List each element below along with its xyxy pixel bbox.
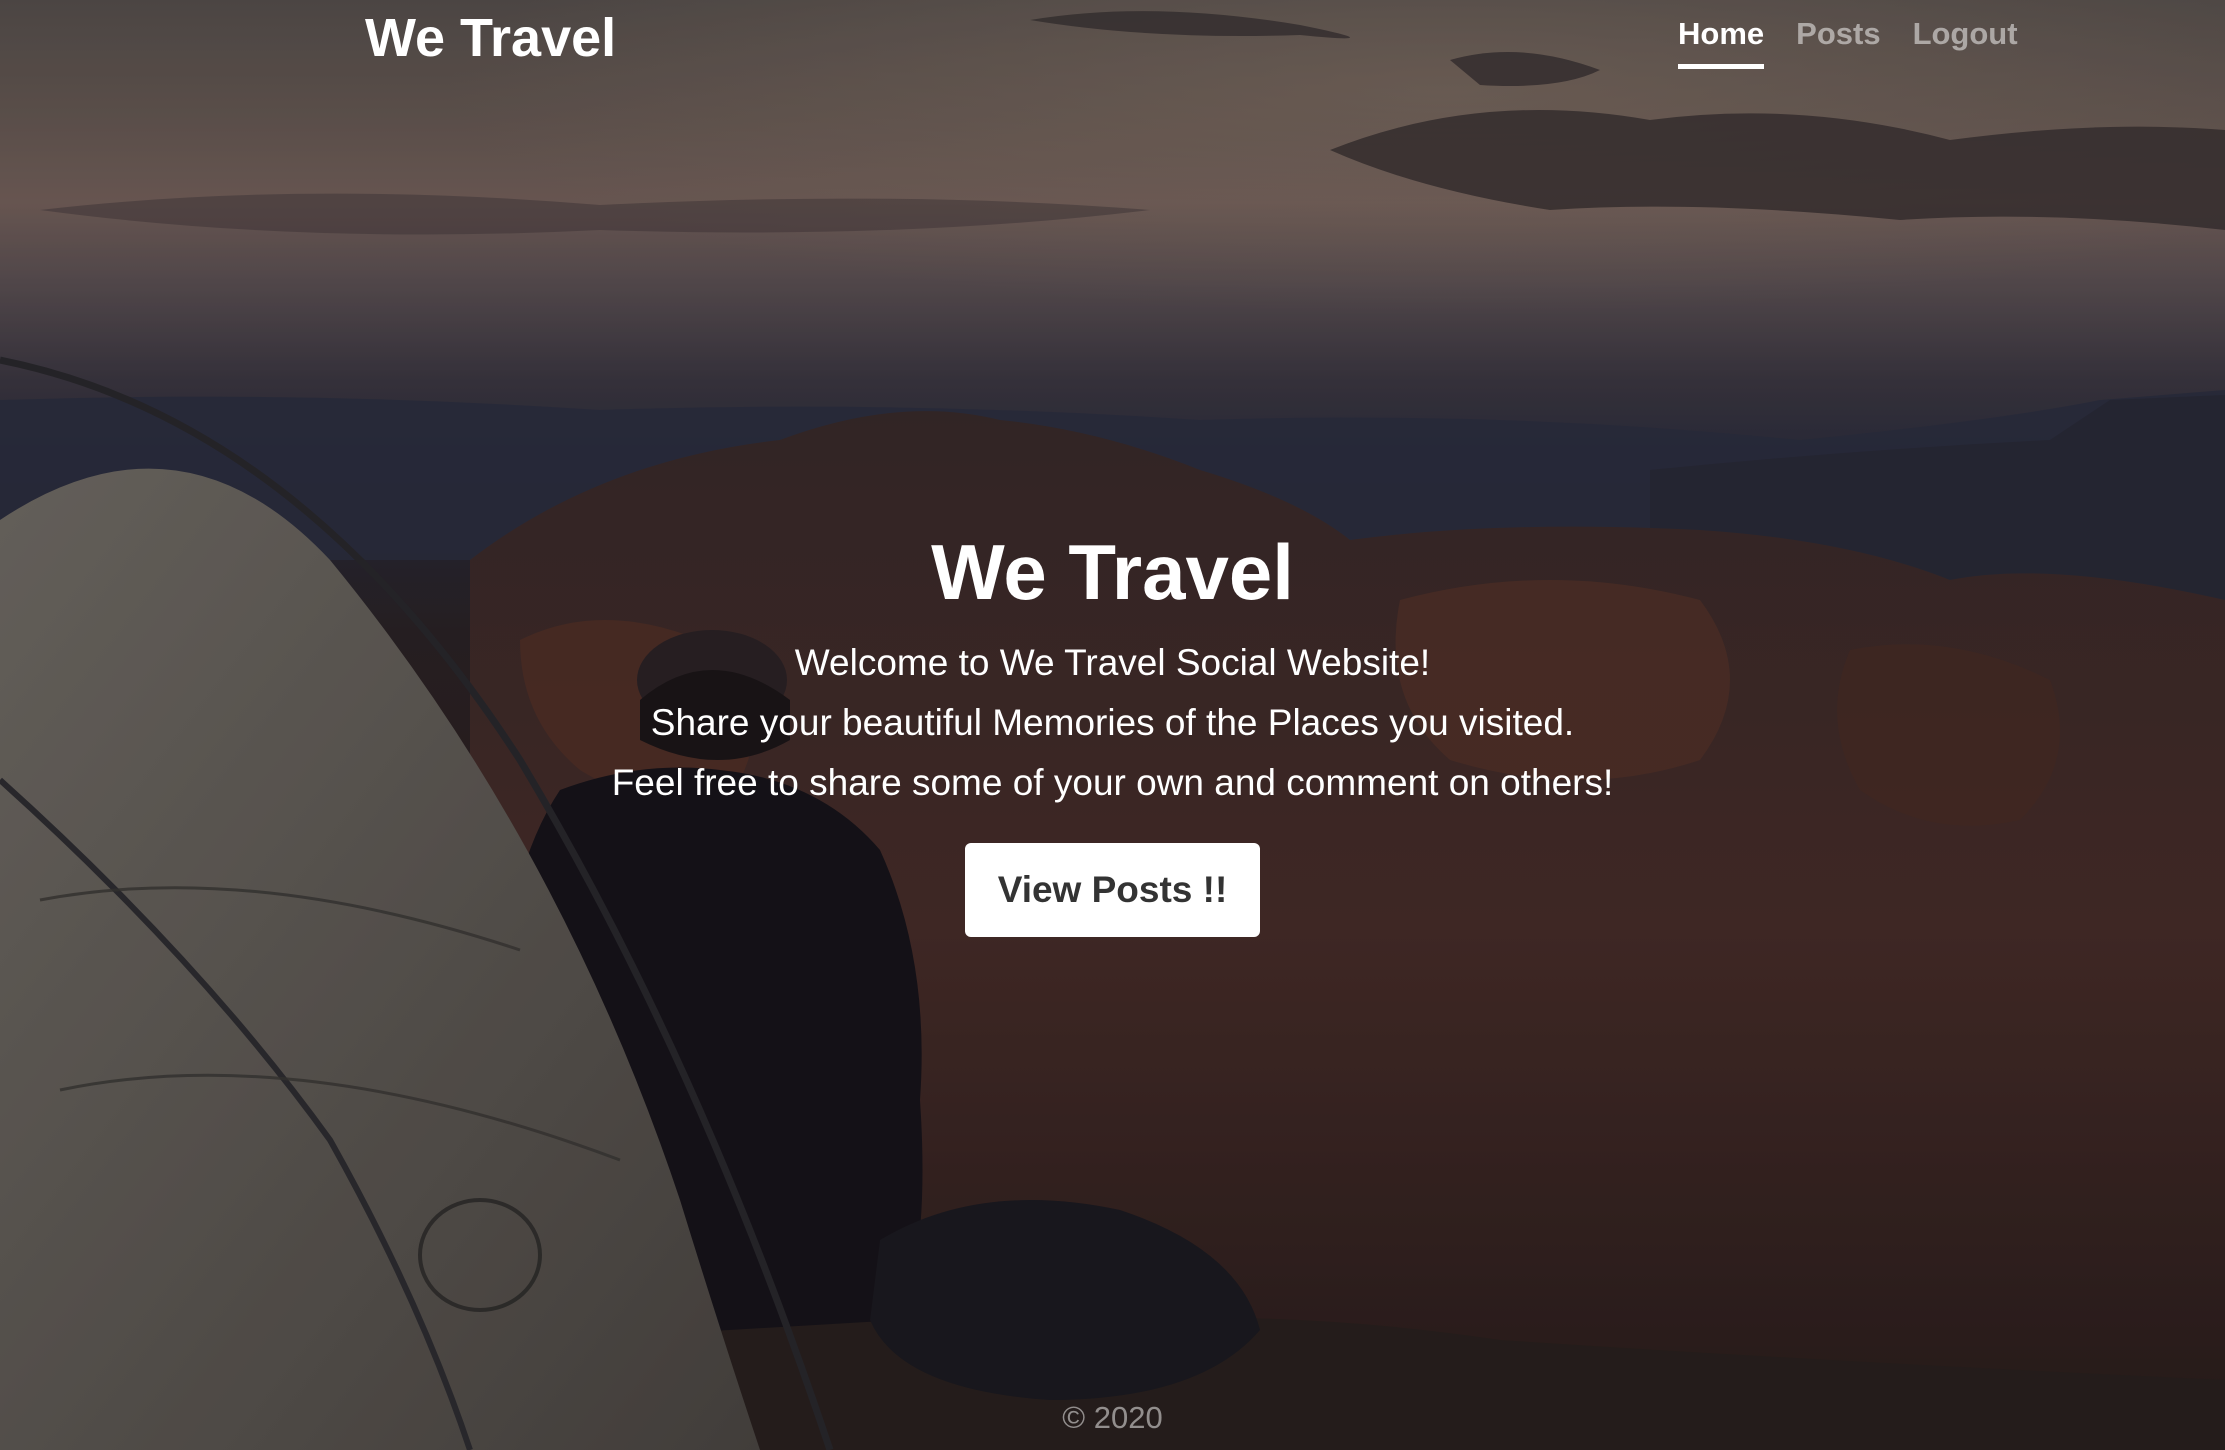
lead-line-share: Share your beautiful Memories of the Pla… xyxy=(650,702,1575,743)
nav-link-home[interactable]: Home xyxy=(1678,14,1765,69)
nav-link-posts[interactable]: Posts xyxy=(1796,14,1880,64)
lead-line-welcome: Welcome to We Travel Social Website! xyxy=(794,642,1431,683)
cover-content: We Travel Welcome to We Travel Social We… xyxy=(0,525,2225,937)
main-nav: Home Posts Logout xyxy=(1678,14,2018,69)
hero-background: We Travel Home Posts Logout We Travel We… xyxy=(0,0,2225,1450)
view-posts-button[interactable]: View Posts !! xyxy=(964,843,1261,937)
footer-copyright: © 2020 xyxy=(1062,1400,1163,1435)
navbar-brand[interactable]: We Travel xyxy=(365,6,616,70)
cover-title: We Travel xyxy=(931,528,1294,616)
nav-link-logout[interactable]: Logout xyxy=(1913,14,2018,64)
lead-line-comment: Feel free to share some of your own and … xyxy=(611,762,1614,803)
